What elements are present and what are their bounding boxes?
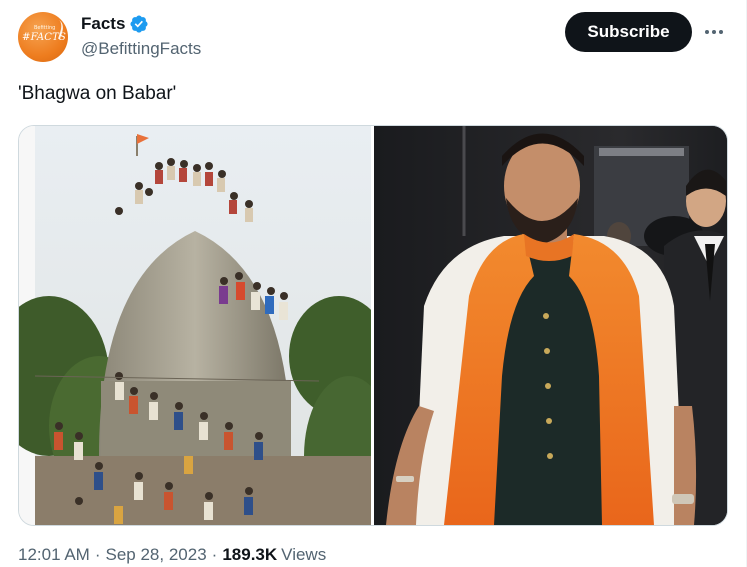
tweet-time[interactable]: 12:01 AM bbox=[18, 545, 90, 565]
media-image-man-saffron-scarf[interactable] bbox=[374, 126, 727, 525]
views-count[interactable]: 189.3K bbox=[222, 545, 277, 565]
tweet-text: 'Bhagwa on Babar' bbox=[18, 83, 177, 104]
more-dot bbox=[719, 30, 723, 34]
media-image-crowd-dome[interactable] bbox=[19, 126, 371, 525]
tweet-card: Befitting #FACTS Facts @BefittingFacts S… bbox=[0, 0, 747, 567]
display-name[interactable]: Facts bbox=[81, 14, 125, 34]
views-label[interactable]: Views bbox=[281, 545, 326, 565]
avatar[interactable]: Befitting #FACTS bbox=[18, 12, 68, 62]
author-name-row[interactable]: Facts bbox=[81, 13, 149, 35]
more-dot bbox=[705, 30, 709, 34]
more-dot bbox=[712, 30, 716, 34]
man-saffron-scarf-illustration bbox=[374, 126, 727, 525]
tweet-meta: 12:01 AM · Sep 28, 2023 · 189.3K Views bbox=[18, 545, 326, 565]
meta-separator: · bbox=[94, 545, 101, 564]
subscribe-button[interactable]: Subscribe bbox=[565, 12, 692, 52]
crowd-dome-illustration bbox=[19, 126, 371, 525]
more-options-icon[interactable] bbox=[702, 20, 726, 44]
media-grid bbox=[18, 125, 728, 526]
verified-badge-icon bbox=[130, 15, 148, 33]
meta-separator: · bbox=[211, 545, 218, 564]
author-handle[interactable]: @BefittingFacts bbox=[81, 39, 201, 59]
tweet-date[interactable]: Sep 28, 2023 bbox=[106, 545, 207, 565]
